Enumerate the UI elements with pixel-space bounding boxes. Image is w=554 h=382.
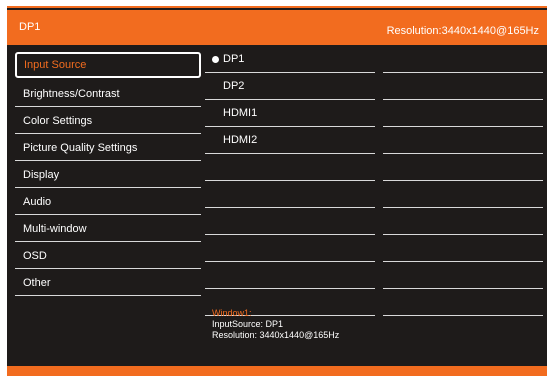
menu-item-display[interactable]: Display — [15, 162, 201, 188]
header-title: DP1 — [19, 21, 41, 33]
window-title: Window1: — [212, 308, 252, 318]
empty-row — [205, 262, 375, 289]
empty-row — [205, 154, 375, 181]
menu-item-other[interactable]: Other — [15, 270, 201, 296]
empty-row — [383, 181, 543, 208]
menu-item-input-source[interactable]: Input Source — [15, 52, 201, 78]
empty-row — [383, 289, 543, 316]
input-source-info: InputSource: DP1 — [212, 319, 284, 329]
menu-item-osd[interactable]: OSD — [15, 243, 201, 269]
window-info: Window1: InputSource: DP1 Resolution: 34… — [212, 308, 339, 341]
source-option-label: HDMI1 — [223, 107, 258, 119]
empty-row — [383, 46, 543, 73]
menu-item-multi-window[interactable]: Multi-window — [15, 216, 201, 242]
empty-row — [383, 235, 543, 262]
menu-item-color-settings[interactable]: Color Settings — [15, 108, 201, 134]
empty-row — [383, 73, 543, 100]
source-option-dp2[interactable]: DP2 — [205, 73, 375, 100]
source-option-label: HDMI2 — [223, 134, 258, 146]
empty-row — [383, 127, 543, 154]
resolution-info: Resolution: 3440x1440@165Hz — [212, 330, 340, 340]
empty-row — [205, 181, 375, 208]
empty-row — [383, 208, 543, 235]
empty-row — [383, 154, 543, 181]
header-resolution: Resolution:3440x1440@165Hz — [386, 25, 539, 37]
menu-item-brightness-contrast[interactable]: Brightness/Contrast — [15, 81, 201, 107]
menu-item-audio[interactable]: Audio — [15, 189, 201, 215]
selected-dot-icon — [212, 56, 219, 63]
empty-row — [205, 235, 375, 262]
menu-item-picture-quality-settings[interactable]: Picture Quality Settings — [15, 135, 201, 161]
bottom-accent-bar — [7, 366, 547, 376]
osd-menu-panel: DP1 Resolution:3440x1440@165Hz Input Sou… — [7, 6, 547, 376]
top-accent-line — [7, 6, 547, 8]
empty-row — [205, 208, 375, 235]
source-option-label: DP2 — [223, 80, 245, 92]
source-option-label: DP1 — [223, 53, 245, 65]
empty-row — [383, 262, 543, 289]
source-option-hdmi1[interactable]: HDMI1 — [205, 100, 375, 127]
header-bar: DP1 Resolution:3440x1440@165Hz — [7, 10, 547, 45]
empty-row — [383, 100, 543, 127]
source-option-dp1[interactable]: DP1 — [205, 46, 375, 73]
source-option-hdmi2[interactable]: HDMI2 — [205, 127, 375, 154]
